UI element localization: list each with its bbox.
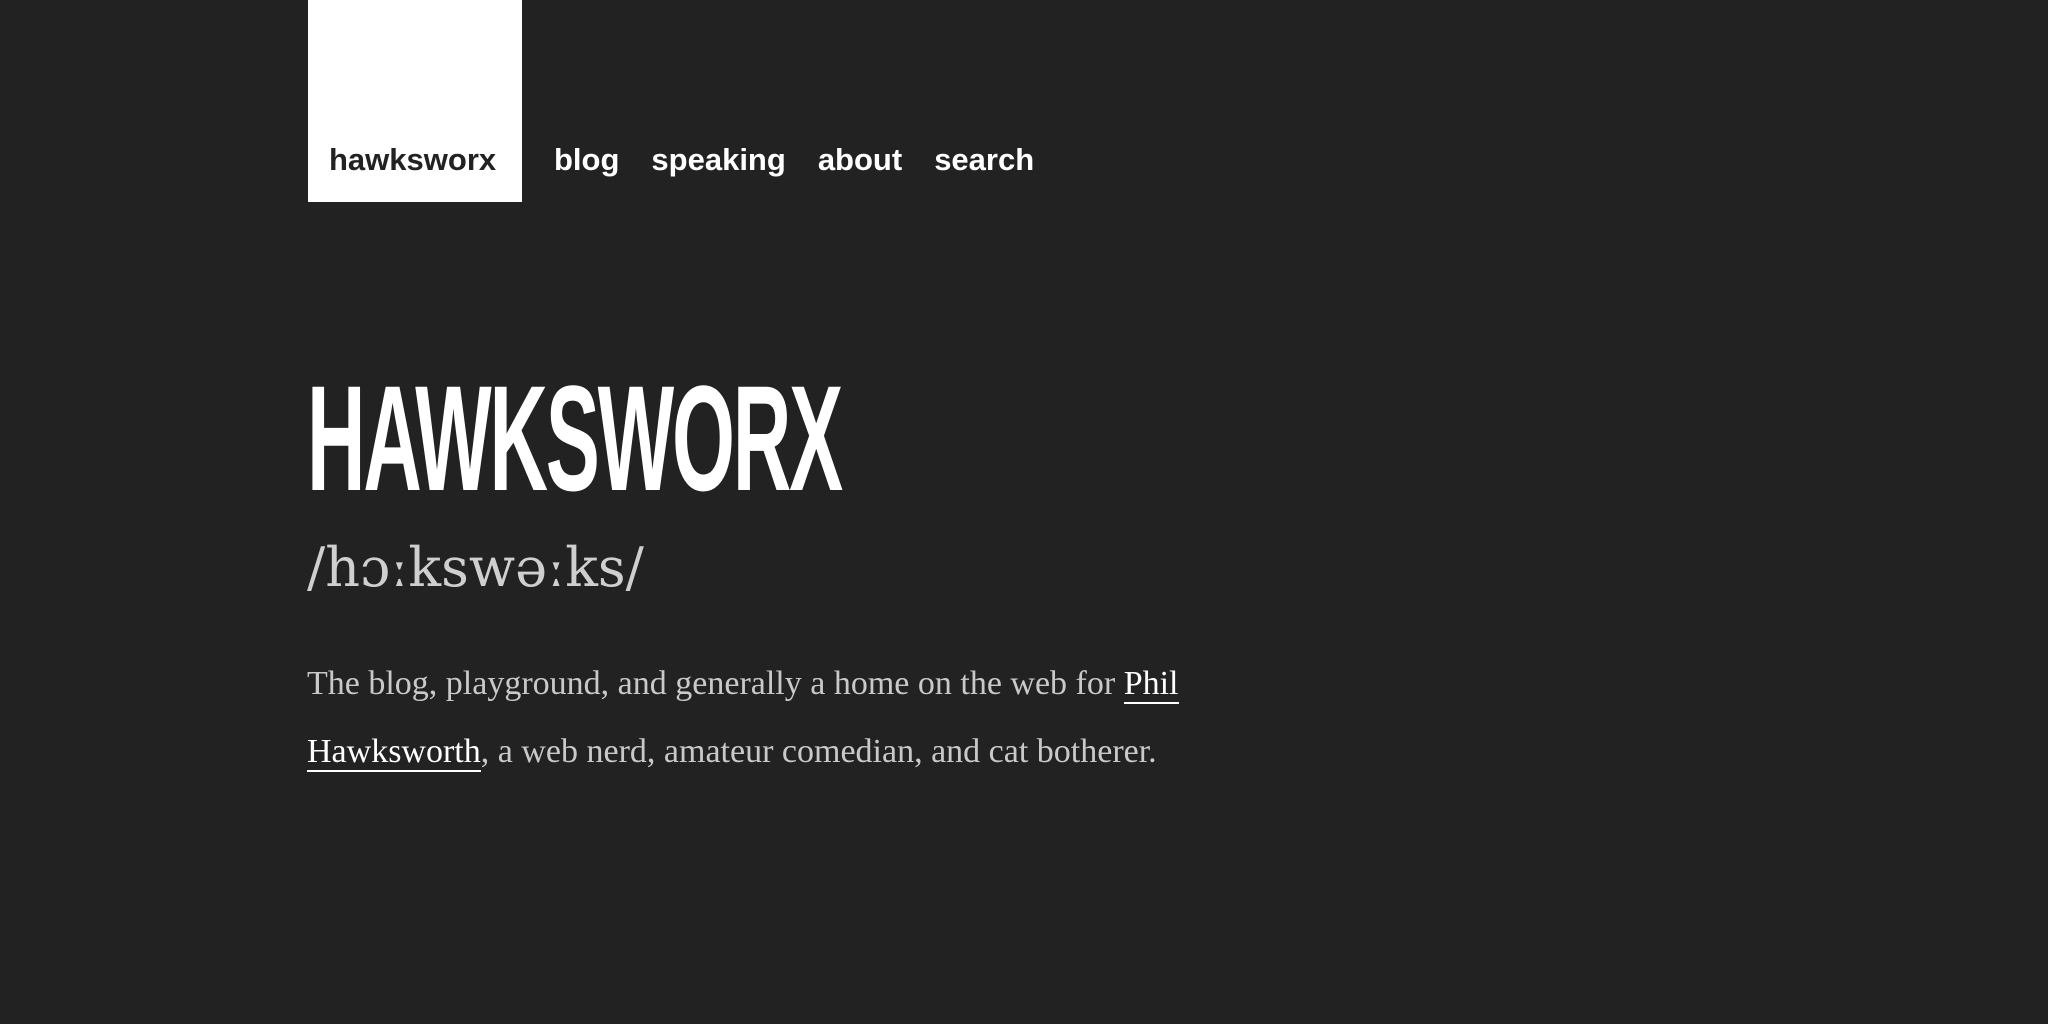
hero-section: HAWKSWORX /hɔːkswəːks/ The blog, playgro… (307, 354, 1247, 786)
pronunciation: /hɔːkswəːks/ (307, 536, 644, 599)
nav-item-speaking[interactable]: speaking (651, 140, 785, 180)
nav-item-search[interactable]: search (934, 140, 1034, 180)
nav-item-blog[interactable]: blog (554, 140, 619, 180)
site-header: hawksworx blog speaking about search (308, 0, 1034, 202)
intro-after: , a web nerd, amateur comedian, and cat … (480, 733, 1157, 770)
intro-before: The blog, playground, and generally a ho… (307, 665, 1124, 702)
main-nav: blog speaking about search (554, 140, 1066, 180)
nav-item-about[interactable]: about (818, 140, 902, 180)
logo-link[interactable]: hawksworx (308, 0, 522, 202)
logo-text: hawksworx (329, 142, 497, 177)
intro-text: The blog, playground, and generally a ho… (307, 650, 1247, 786)
page-title: HAWKSWORX (307, 354, 843, 522)
